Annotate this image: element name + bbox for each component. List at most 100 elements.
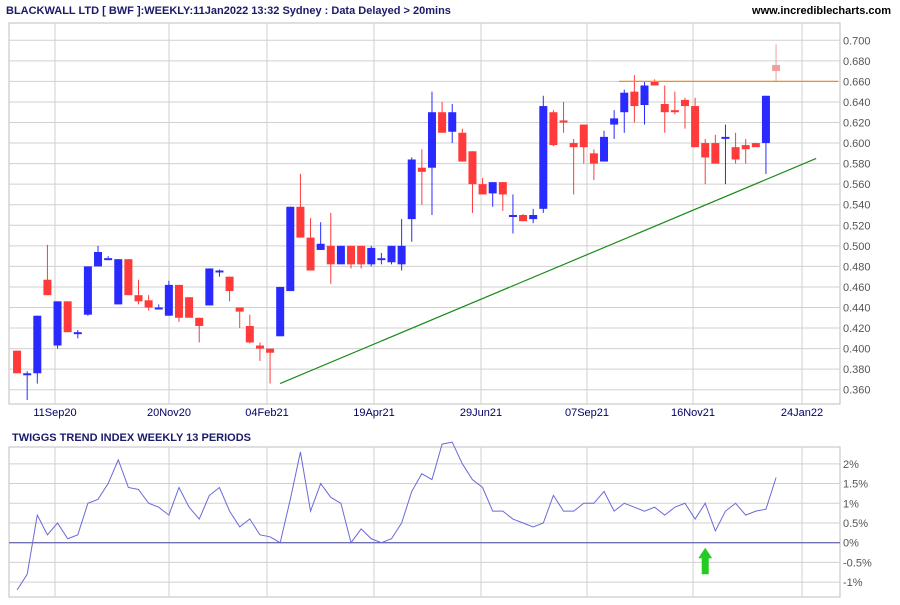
price-tick-label: 0.700 [843, 35, 871, 47]
price-tick-label: 0.440 [843, 303, 871, 315]
candle-body [458, 132, 467, 162]
candle-body [731, 147, 740, 160]
date-tick-label: 16Nov21 [671, 407, 715, 419]
candle-body [276, 286, 285, 337]
candle-body [691, 106, 700, 148]
price-tick-label: 0.460 [843, 282, 871, 294]
price-tick-label: 0.520 [843, 220, 871, 232]
date-tick-label: 29Jun21 [460, 407, 502, 419]
candle-body [266, 348, 275, 353]
price-tick-label: 0.660 [843, 76, 871, 88]
price-tick-label: 0.580 [843, 159, 871, 171]
candle-body [13, 350, 22, 374]
candle-body [33, 315, 42, 374]
candle-body [650, 81, 659, 86]
candle-body [225, 276, 234, 292]
chart-container: BLACKWALL LTD [ BWF ]:WEEKLY:11Jan2022 1… [0, 0, 900, 605]
candle-body [417, 167, 426, 172]
candle-body [83, 266, 92, 315]
indicator-tick-label: 0.5% [843, 518, 868, 530]
price-tick-label: 0.420 [843, 323, 871, 335]
candle-body [498, 182, 507, 195]
candle-body [164, 284, 173, 316]
candle-body [286, 206, 295, 292]
candle-body [701, 143, 710, 158]
candle-body [600, 136, 609, 162]
candle-body [326, 245, 335, 265]
candle-body [316, 243, 325, 250]
indicator-tick-label: 0% [843, 538, 859, 550]
candle-body [680, 99, 689, 107]
chart-title: BLACKWALL LTD [ BWF ]:WEEKLY:11Jan2022 1… [6, 5, 451, 17]
candle-body [94, 252, 103, 267]
site-url: www.incrediblecharts.com [751, 5, 891, 17]
candle-body [529, 215, 538, 220]
candle-body [134, 295, 143, 302]
candle-body [761, 95, 770, 144]
candle-body [174, 284, 183, 318]
candle-body [195, 317, 204, 326]
candle-body [215, 270, 224, 273]
candle-body [114, 259, 123, 305]
candle-body [488, 182, 497, 194]
candle-body [711, 143, 720, 164]
price-tick-label: 0.680 [843, 56, 871, 68]
date-tick-label: 20Nov20 [147, 407, 191, 419]
candle-body [438, 112, 447, 133]
candle-body [245, 326, 254, 343]
indicator-tick-label: -1% [843, 577, 863, 589]
candle-body [751, 143, 760, 148]
candle-body [448, 112, 457, 132]
candle-body [154, 307, 163, 310]
candle-body [579, 124, 588, 148]
candle-body [185, 297, 194, 318]
candle-body [124, 259, 133, 296]
candle-body [205, 268, 214, 306]
date-tick-label: 11Sep20 [33, 407, 76, 419]
date-tick-label: 07Sep21 [565, 407, 609, 419]
candle-body [741, 145, 750, 150]
price-tick-label: 0.640 [843, 97, 871, 109]
candle-body [235, 307, 244, 312]
candle-body [357, 245, 366, 265]
candle-body [660, 104, 669, 113]
price-tick-label: 0.600 [843, 138, 871, 150]
candle-body [336, 245, 345, 265]
price-tick-label: 0.380 [843, 364, 871, 376]
candle-body [397, 245, 406, 265]
candle-body [53, 301, 62, 346]
candle-body [569, 143, 578, 148]
candle-body [721, 136, 730, 139]
candle-body [407, 159, 416, 220]
candle-body [387, 245, 396, 263]
price-tick-label: 0.360 [843, 385, 871, 397]
candle-body [539, 106, 548, 209]
date-tick-label: 24Jan22 [781, 407, 823, 419]
projected-candle-body [772, 64, 781, 72]
candle-body [630, 91, 639, 107]
price-tick-label: 0.500 [843, 241, 871, 253]
candle-body [347, 245, 356, 265]
indicator-tick-label: 2% [843, 459, 859, 471]
candle-body [508, 215, 517, 217]
price-tick-label: 0.540 [843, 200, 871, 212]
candle-body [620, 92, 629, 113]
price-tick-label: 0.620 [843, 118, 871, 130]
candle-body [377, 258, 386, 261]
candle-body [43, 279, 52, 296]
candle-body [255, 345, 264, 349]
candle-body [610, 118, 619, 125]
candle-body [73, 332, 82, 335]
candle-body [468, 151, 477, 185]
candle-body [104, 258, 113, 261]
candle-body [23, 373, 32, 376]
candle-body [63, 301, 72, 333]
candle-body [478, 184, 487, 195]
date-tick-label: 04Feb21 [245, 407, 288, 419]
candle-body [640, 85, 649, 106]
candle-body [670, 110, 679, 113]
candle-body [519, 215, 528, 222]
stock-chart: BLACKWALL LTD [ BWF ]:WEEKLY:11Jan2022 1… [0, 0, 900, 600]
candle-body [306, 237, 315, 271]
candle-body [559, 120, 568, 123]
